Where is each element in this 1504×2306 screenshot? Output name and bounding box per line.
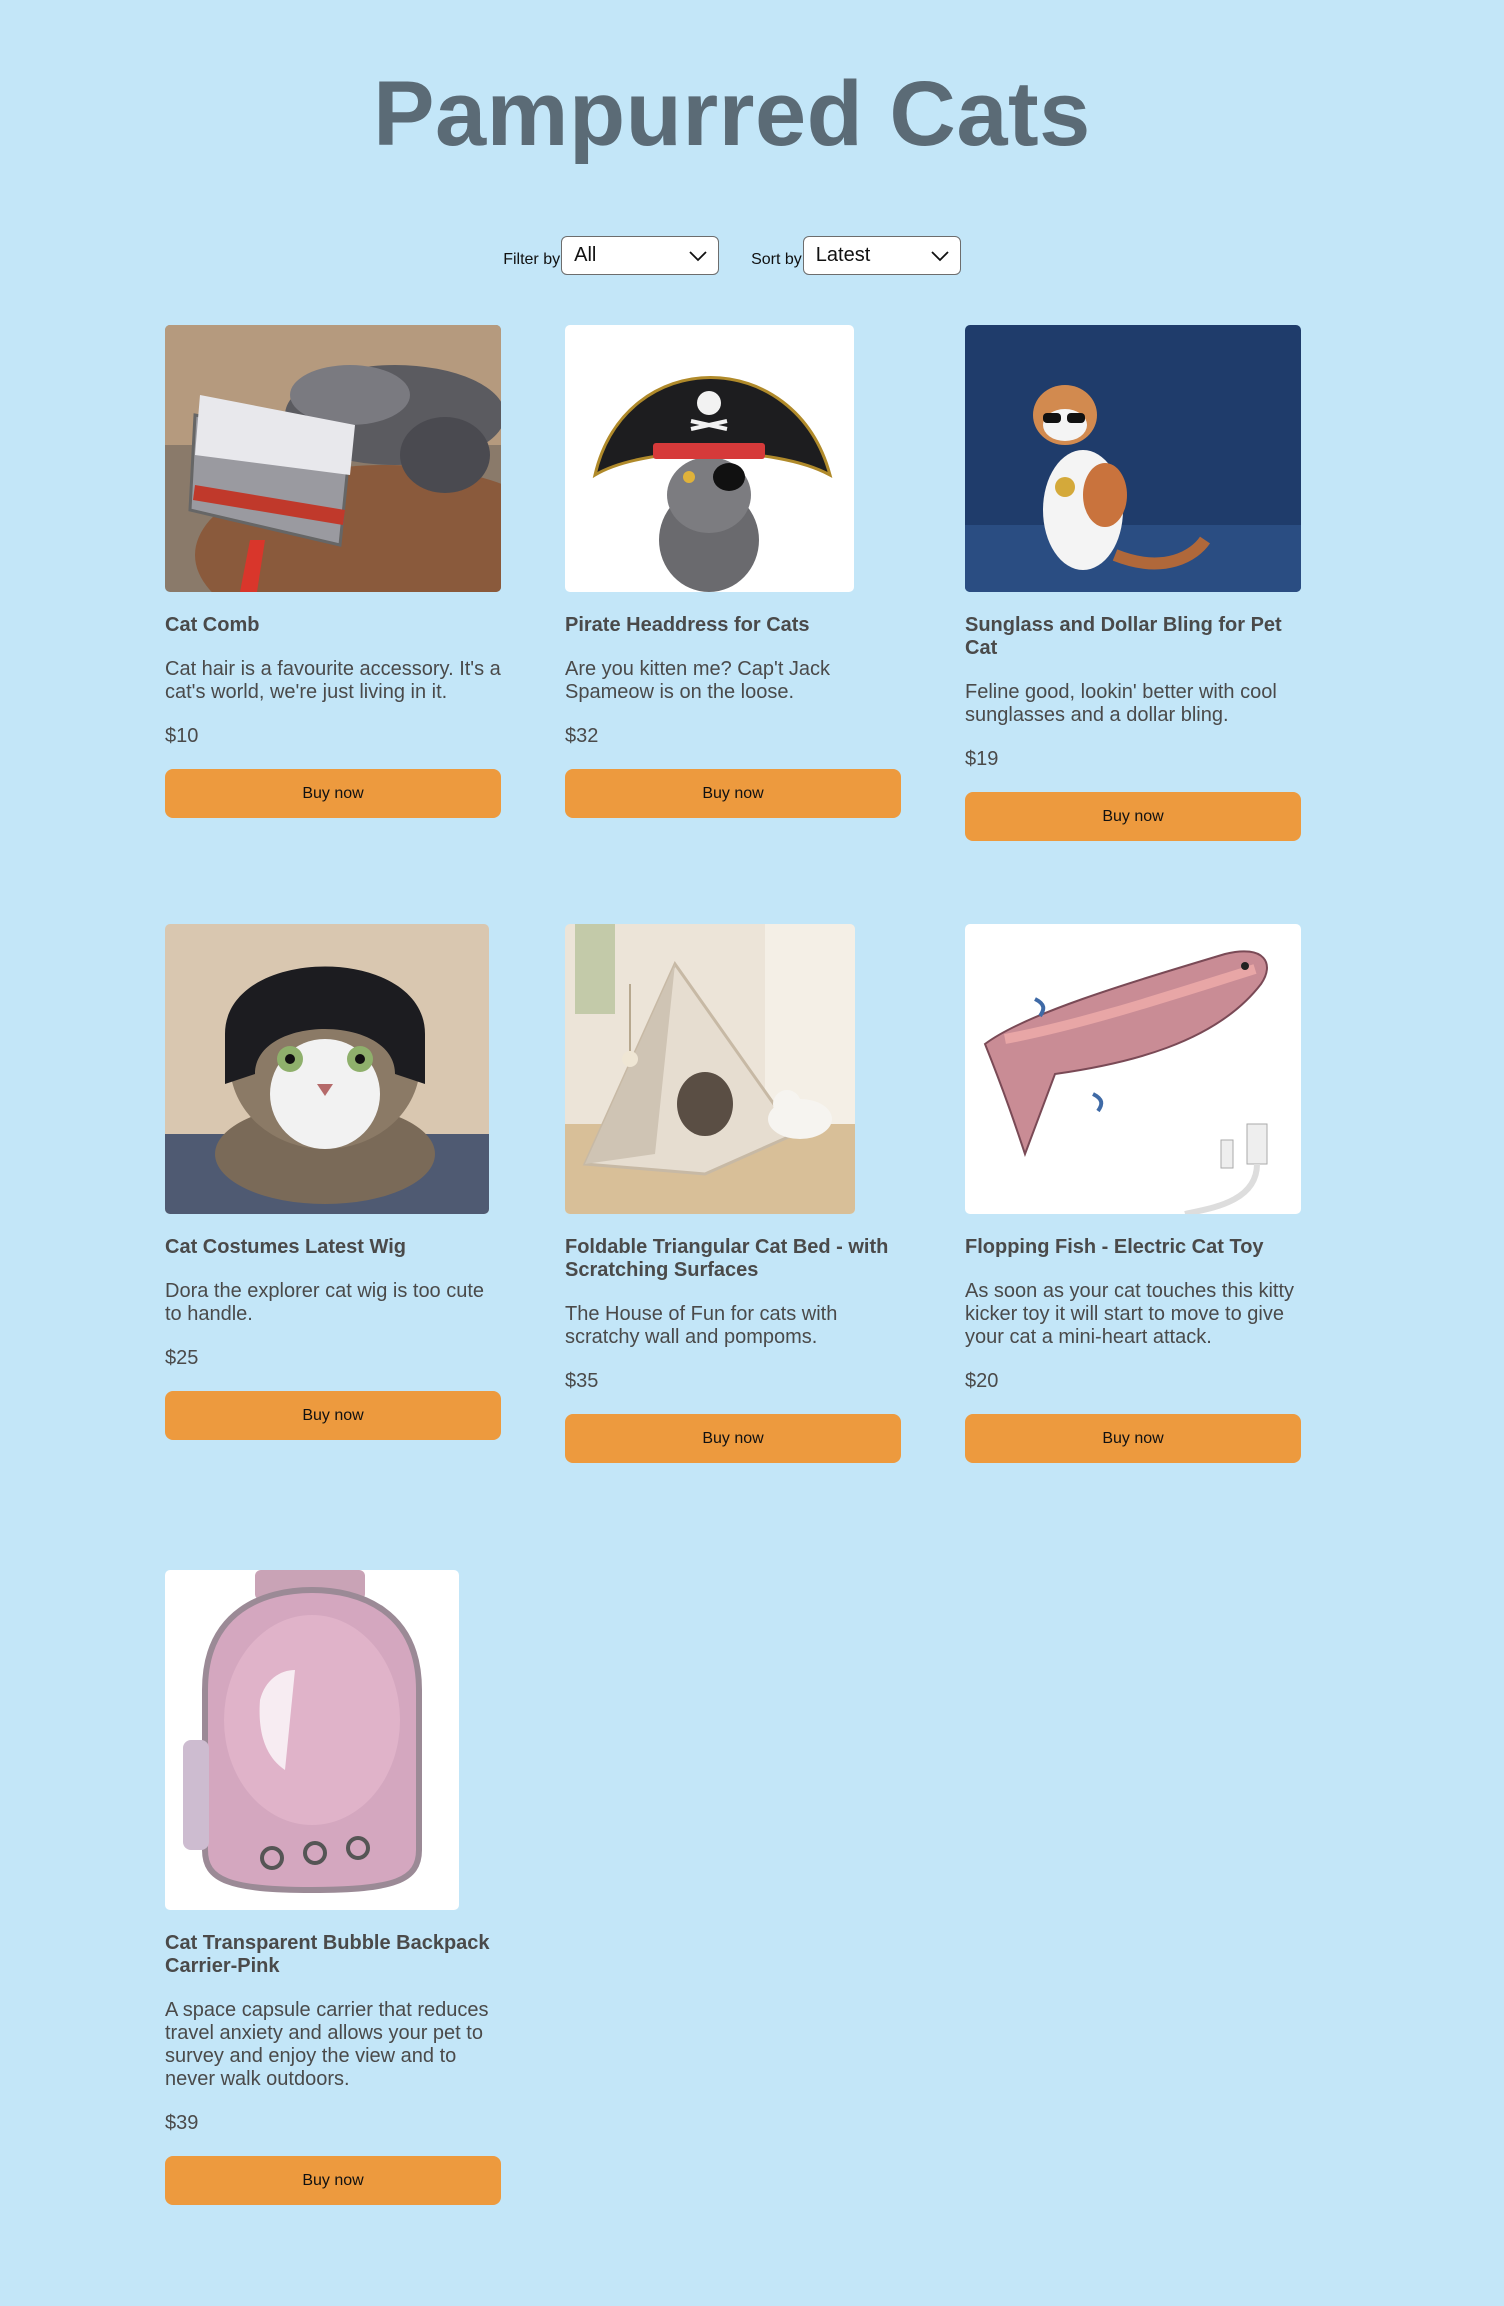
product-price: $20: [965, 1370, 999, 1392]
product-card: Sunglass and Dollar Bling for Pet Cat Fe…: [965, 325, 1301, 841]
product-description: Cat hair is a favourite accessory. It's …: [165, 658, 501, 703]
product-name: Cat Comb: [165, 614, 260, 636]
product-card: Pirate Headdress for Cats Are you kitten…: [565, 325, 901, 818]
controls-bar: Filter by All Sort by Latest: [0, 236, 1464, 275]
sort-label: Sort by: [751, 250, 802, 268]
product-name: Sunglass and Dollar Bling for Pet Cat: [965, 614, 1282, 659]
product-card: Foldable Triangular Cat Bed - with Scrat…: [565, 924, 901, 1463]
buy-now-button[interactable]: Buy now: [565, 769, 901, 818]
product-image-sunglass-bling: [965, 325, 1301, 592]
sort-group: Sort by Latest: [751, 236, 961, 275]
product-card: Cat Transparent Bubble Backpack Carrier-…: [165, 1570, 501, 2205]
page-title: Pampurred Cats: [373, 63, 1091, 165]
buy-now-button[interactable]: Buy now: [965, 792, 1301, 841]
product-image-cat-comb: [165, 325, 501, 592]
product-name: Cat Costumes Latest Wig: [165, 1236, 406, 1258]
product-image-pirate-headdress: [565, 325, 854, 592]
product-card: Cat Costumes Latest Wig Dora the explore…: [165, 924, 501, 1440]
product-price: $19: [965, 748, 999, 770]
product-image-bubble-backpack: [165, 1570, 459, 1910]
product-name: Foldable Triangular Cat Bed - with Scrat…: [565, 1236, 889, 1281]
product-name: Pirate Headdress for Cats: [565, 614, 810, 636]
product-description: Dora the explorer cat wig is too cute to…: [165, 1280, 485, 1325]
product-description: Feline good, lookin' better with cool su…: [965, 681, 1277, 726]
filter-group: Filter by All: [503, 236, 720, 275]
buy-now-button[interactable]: Buy now: [965, 1414, 1301, 1463]
product-card: Flopping Fish - Electric Cat Toy As soon…: [965, 924, 1301, 1463]
filter-select-value: All: [574, 244, 597, 266]
product-description: As soon as your cat touches this kitty k…: [965, 1280, 1295, 1348]
product-image-cat-wig: [165, 924, 489, 1214]
product-image-cat-bed: [565, 924, 855, 1214]
filter-select[interactable]: All: [561, 236, 720, 275]
sort-select[interactable]: Latest: [802, 236, 961, 275]
buy-now-button[interactable]: Buy now: [165, 1391, 501, 1440]
product-price: $35: [565, 1370, 599, 1392]
product-description: The House of Fun for cats with scratchy …: [565, 1303, 838, 1348]
product-price: $39: [165, 2112, 199, 2134]
buy-now-button[interactable]: Buy now: [165, 2156, 501, 2205]
product-name: Cat Transparent Bubble Backpack Carrier-…: [165, 1932, 490, 1977]
chevron-down-icon: [689, 251, 707, 262]
product-description: A space capsule carrier that reduces tra…: [165, 1999, 489, 2090]
product-price: $25: [165, 1347, 199, 1369]
product-image-flopping-fish: [965, 924, 1301, 1214]
chevron-down-icon: [931, 251, 949, 262]
product-price: $32: [565, 725, 599, 747]
product-name: Flopping Fish - Electric Cat Toy: [965, 1236, 1264, 1258]
buy-now-button[interactable]: Buy now: [165, 769, 501, 818]
product-card: Cat Comb Cat hair is a favourite accesso…: [165, 325, 501, 818]
filter-label: Filter by: [503, 250, 561, 268]
sort-select-value: Latest: [815, 244, 871, 266]
buy-now-button[interactable]: Buy now: [565, 1414, 901, 1463]
product-price: $10: [165, 725, 199, 747]
product-description: Are you kitten me? Cap't Jack Spameow is…: [565, 658, 831, 703]
